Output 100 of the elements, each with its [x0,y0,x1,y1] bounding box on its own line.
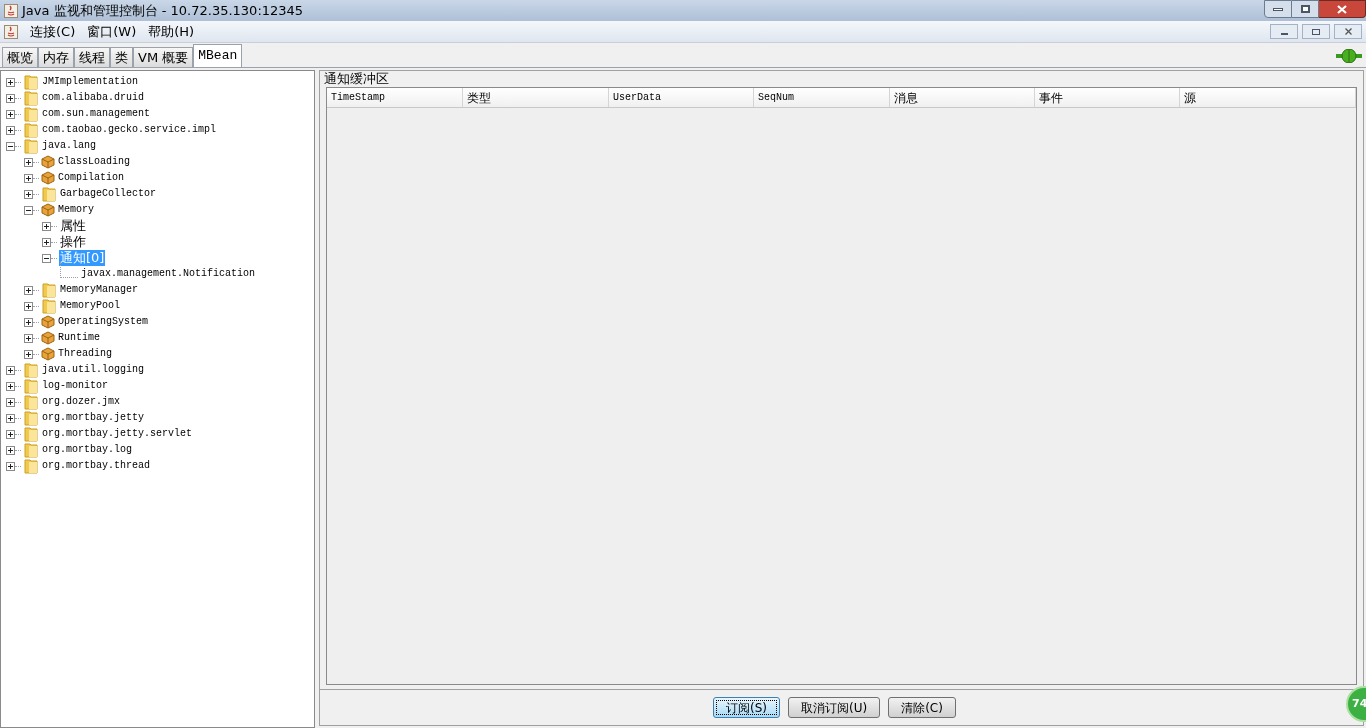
folder-icon [41,298,57,314]
minimize-button[interactable] [1264,0,1292,18]
folder-icon [23,442,39,458]
tree-item[interactable]: org.mortbay.thread [41,458,152,474]
column-header[interactable]: TimeStamp [327,88,463,107]
action-button[interactable]: 取消订阅(U) [788,697,881,718]
collapse-icon[interactable] [6,141,15,151]
column-header[interactable]: 消息 [890,88,1035,107]
expand-icon[interactable] [42,221,51,231]
restore-button[interactable] [1302,24,1330,39]
folder-icon [23,106,39,122]
folder-icon [23,362,39,378]
expand-icon[interactable] [24,173,33,183]
java-cup-icon [4,24,18,39]
connection-plug-icon [1336,49,1362,63]
tree-item[interactable]: Runtime [57,330,101,346]
menu-item[interactable]: 连接(C) [30,21,76,42]
expand-icon[interactable] [6,109,15,119]
tree-item[interactable]: 属性 [59,218,87,234]
java-cup-icon [4,3,18,18]
folder-icon [23,74,39,90]
tree-item[interactable]: Compilation [57,170,125,186]
tree-item[interactable]: 操作 [59,234,87,250]
tree-item[interactable]: org.mortbay.log [41,442,133,458]
menu-item[interactable]: 帮助(H) [148,21,195,42]
cube-icon [41,315,55,329]
expand-icon[interactable] [6,381,15,391]
tab[interactable]: 类 [110,47,133,67]
menu-item[interactable]: 窗口(W) [87,21,137,42]
tree-item[interactable]: log-monitor [41,378,109,394]
tree-item[interactable]: Threading [57,346,113,362]
close-button[interactable] [1334,24,1362,39]
tree-item[interactable]: JMImplementation [41,74,139,90]
column-header[interactable]: 事件 [1035,88,1180,107]
column-header[interactable]: 类型 [463,88,609,107]
collapse-icon[interactable] [42,253,51,263]
close-icon [1344,28,1352,35]
column-header[interactable]: UserData [609,88,754,107]
expand-icon[interactable] [24,301,33,311]
tree-item[interactable]: ClassLoading [57,154,131,170]
folder-icon [23,410,39,426]
close-button[interactable] [1319,0,1366,18]
tree-item[interactable]: com.taobao.gecko.service.impl [41,122,218,138]
expand-icon[interactable] [24,285,33,295]
expand-icon[interactable] [6,365,15,375]
column-header[interactable]: 源 [1180,88,1356,107]
expand-icon[interactable] [24,157,33,167]
tree-item[interactable]: GarbageCollector [59,186,157,202]
tab[interactable]: 概览 [2,47,38,67]
expand-icon[interactable] [6,397,15,407]
expand-icon[interactable] [24,333,33,343]
cube-icon [41,155,55,169]
expand-icon[interactable] [6,93,15,103]
cube-icon [41,331,55,345]
cube-icon [41,347,55,361]
folder-icon [23,378,39,394]
expand-icon[interactable] [24,189,33,199]
tab[interactable]: VM 概要 [133,47,194,67]
folder-icon [23,458,39,474]
folder-icon [23,426,39,442]
expand-icon[interactable] [24,349,33,359]
expand-icon[interactable] [6,461,15,471]
action-button[interactable]: 订阅(S) [713,697,780,718]
expand-icon[interactable] [6,413,15,423]
floating-badge: 74 [1346,686,1366,722]
folder-icon [23,90,39,106]
tree-item[interactable]: MemoryManager [59,282,139,298]
tree-item[interactable]: MemoryPool [59,298,121,314]
tree-item[interactable]: org.mortbay.jetty [41,410,146,426]
tree-item[interactable]: Memory [57,202,95,218]
expand-icon[interactable] [6,77,15,87]
folder-icon [23,138,39,154]
tab[interactable]: 内存 [38,47,74,67]
collapse-icon[interactable] [24,205,33,215]
folder-icon [23,394,39,410]
minimize-button[interactable] [1270,24,1298,39]
folder-icon [41,282,57,298]
tree-item[interactable]: com.alibaba.druid [41,90,146,106]
tab[interactable]: 线程 [74,47,110,67]
cube-icon [41,171,55,185]
close-icon [1337,4,1347,14]
expand-icon[interactable] [24,317,33,327]
expand-icon[interactable] [6,445,15,455]
expand-icon[interactable] [6,429,15,439]
tree-item[interactable]: javax.management.Notification [80,266,257,282]
expand-icon[interactable] [42,237,51,247]
maximize-button[interactable] [1292,0,1319,18]
window-title: Java 监视和管理控制台 - 10.72.35.130:12345 [22,1,304,20]
cube-icon [41,203,55,217]
tree-item[interactable]: com.sun.management [41,106,152,122]
tree-item[interactable]: java.util.logging [41,362,146,378]
tree-item[interactable]: org.dozer.jmx [41,394,121,410]
tree-item[interactable]: OperatingSystem [57,314,149,330]
tree-item[interactable]: java.lang [41,138,97,154]
tree-item[interactable]: org.mortbay.jetty.servlet [41,426,194,442]
tab[interactable]: MBean [193,44,243,67]
column-header[interactable]: SeqNum [754,88,890,107]
expand-icon[interactable] [6,125,15,135]
action-button[interactable]: 清除(C) [888,697,956,718]
group-title: 通知缓冲区 [324,71,390,87]
